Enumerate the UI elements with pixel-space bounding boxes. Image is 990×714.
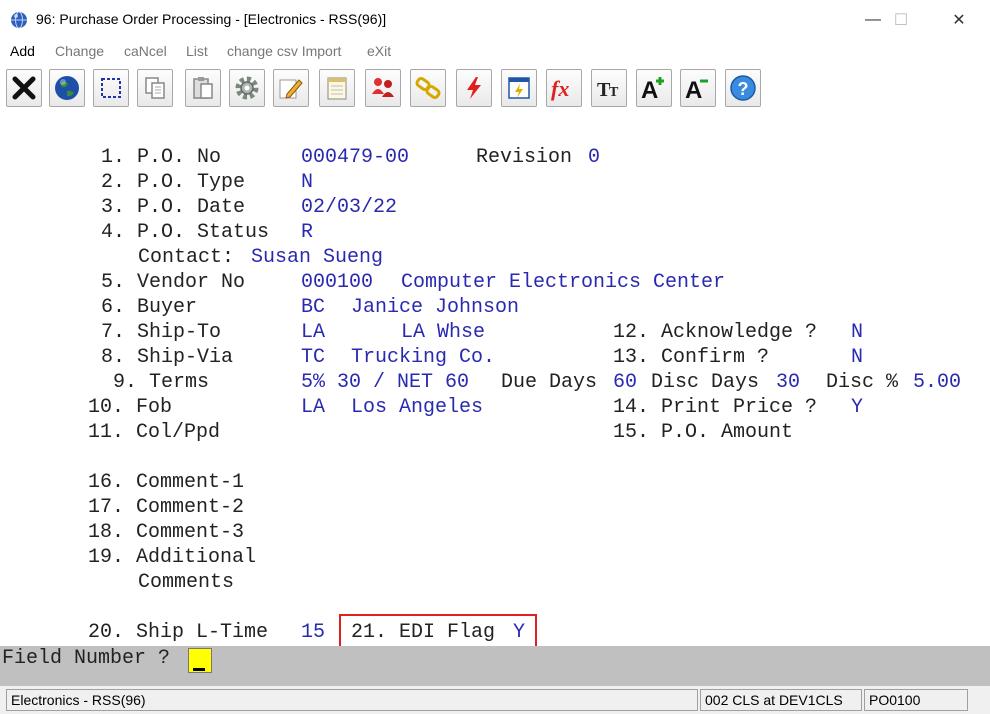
link-icon[interactable] [410,69,446,107]
status-company: Electronics - RSS(96) [6,689,698,711]
field-15-label: 15. P.O. Amount [613,421,794,444]
disc-days-label: Disc Days [651,371,760,394]
field-17-label: 17. Comment-2 [88,496,245,519]
disc-pct-label: Disc % [826,371,899,394]
contact-value: Susan Sueng [251,246,384,269]
field-11-label: 11. Col/Ppd [88,421,221,444]
close-x-icon[interactable] [6,69,42,107]
svg-text:A: A [685,77,702,102]
font-smaller-icon[interactable]: A [680,69,716,107]
field-19-label: 19. Additional [88,546,257,569]
field-16-label: 16. Comment-1 [88,471,245,494]
disc-days-value: 30 [776,371,801,394]
disc-pct-value: 5.00 [913,371,962,394]
po-number-value[interactable]: 000479-00 [301,145,409,170]
svg-text:T: T [609,85,619,100]
due-days-label: Due Days [501,371,598,394]
field-2-label: 2. P.O. Type [101,171,246,194]
field-18-label: 18. Comment-3 [88,521,245,544]
field-10-label: 10. Fob [88,396,173,419]
field-5-label: 5. Vendor No [101,271,246,294]
field-12-label: 12. Acknowledge ? [613,321,818,344]
field-3-label: 3. P.O. Date [101,196,246,219]
function-fx-icon[interactable]: fx [546,69,582,107]
field-9-label: 9. Terms [113,371,210,394]
field-14-label: 14. Print Price ? [613,396,818,419]
copy-icon[interactable] [137,69,173,107]
contact-label: Contact: [138,246,235,269]
lightning-icon[interactable] [456,69,492,107]
close-window-button[interactable]: ✕ [936,0,982,40]
status-program: PO0100 [864,689,968,711]
status-session: 002 CLS at DEV1CLS [700,689,862,711]
select-icon[interactable] [93,69,129,107]
vendor-name-value: Computer Electronics Center [401,271,726,294]
menu-cancel[interactable]: caNcel [124,43,167,59]
ship-via-name-value: Trucking Co. [351,346,496,369]
field-6-label: 6. Buyer [101,296,198,319]
po-type-value[interactable]: N [301,170,313,195]
buyer-code-value[interactable]: BC [301,295,325,320]
menu-change[interactable]: Change [55,43,104,59]
fob-name-value: Los Angeles [351,396,484,419]
users-icon[interactable] [365,69,401,107]
ship-via-code-value[interactable]: TC [301,345,325,370]
edi-flag-highlight [339,614,537,650]
terms-value[interactable]: 5% 30 / NET 60 [301,370,469,395]
revision-label: Revision [476,146,573,169]
field-7-label: 7. Ship-To [101,321,222,344]
po-status-value[interactable]: R [301,220,313,245]
print-price-value[interactable]: Y [851,395,863,420]
menu-csv-import[interactable]: change csv Import [227,43,341,59]
menu-exit[interactable]: eXit [367,43,391,59]
due-days-value: 60 [613,371,638,394]
menu-add[interactable]: Add [10,43,35,59]
svg-text:fx: fx [551,76,569,101]
field-number-prompt: Field Number ? [2,647,171,670]
window-title: 96: Purchase Order Processing - [Electro… [36,11,387,27]
revision-value: 0 [588,146,601,169]
text-size-icon[interactable]: TT [591,69,627,107]
report-icon[interactable] [501,69,537,107]
field-4-label: 4. P.O. Status [101,221,270,244]
ship-to-name-value: LA Whse [401,321,486,344]
title-bar: 96: Purchase Order Processing - [Electro… [0,0,990,40]
field-19-label-cont: Comments [138,571,235,594]
paste-icon[interactable] [185,69,221,107]
field-20-label: 20. Ship L-Time [88,621,269,644]
maximize-button[interactable]: ☐ [878,0,924,40]
font-larger-icon[interactable]: A [636,69,672,107]
svg-text:?: ? [738,79,749,99]
field-13-label: 13. Confirm ? [613,346,770,369]
field-8-label: 8. Ship-Via [101,346,234,369]
po-date-value[interactable]: 02/03/22 [301,195,397,220]
confirm-value[interactable]: N [851,345,863,370]
buyer-name-value: Janice Johnson [351,296,520,319]
fob-code-value[interactable]: LA [301,395,325,420]
globe-icon[interactable] [49,69,85,107]
ship-to-code-value[interactable]: LA [301,320,325,345]
app-globe-icon [11,11,27,29]
edit-pencil-icon[interactable] [273,69,309,107]
svg-text:A: A [641,77,658,102]
notepad-icon[interactable] [319,69,355,107]
text-cursor [193,668,205,671]
ship-lead-time-value[interactable]: 15 [301,620,325,645]
acknowledge-value[interactable]: N [851,320,863,345]
help-icon[interactable]: ? [725,69,761,107]
menu-list[interactable]: List [186,43,208,59]
field-1-label: 1. P.O. No [101,146,222,169]
vendor-no-value[interactable]: 000100 [301,270,373,295]
settings-gear-icon[interactable] [229,69,265,107]
